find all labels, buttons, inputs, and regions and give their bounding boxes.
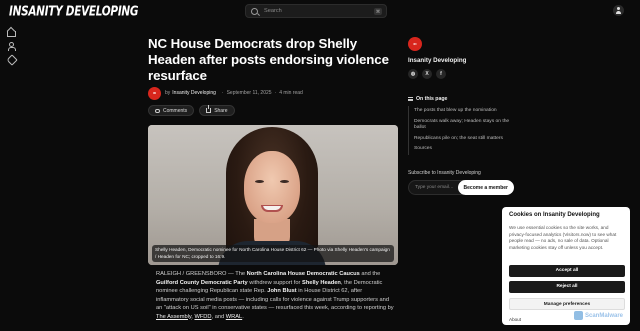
- hero-image: [148, 125, 398, 265]
- search-input[interactable]: Search: [264, 8, 374, 14]
- body-text-run: withdrew support for: [247, 279, 303, 286]
- social-links: ◍ X f: [408, 69, 446, 79]
- home-icon[interactable]: [7, 28, 16, 37]
- share-button[interactable]: Share: [199, 105, 235, 116]
- about-link[interactable]: About: [509, 317, 521, 322]
- body-text-run: RALEIGH / GREENSBORO — The: [156, 271, 247, 277]
- scanmalware-logo-icon: [574, 311, 583, 320]
- byline-prefix: by: [165, 90, 171, 96]
- reject-all-button[interactable]: Reject all: [509, 281, 625, 293]
- become-member-button[interactable]: Become a member: [457, 180, 514, 195]
- x-icon[interactable]: X: [422, 69, 432, 79]
- body-emphasis: North Carolina House Democratic Caucus: [246, 271, 360, 277]
- article-meta: ID by Insanity Developing · September 11…: [148, 86, 303, 100]
- toc-item[interactable]: Republicans pile on; the seat still matt…: [409, 134, 518, 145]
- toc-heading-label: On this page: [416, 96, 448, 102]
- author-link[interactable]: Insanity Developing: [172, 90, 216, 96]
- share-label: Share: [214, 107, 228, 114]
- body-text-run: , and: [211, 313, 226, 320]
- toc-item[interactable]: Democrats walk away; Headen stays on the…: [409, 117, 518, 134]
- search-icon: [251, 7, 258, 15]
- comment-icon: [155, 108, 160, 113]
- meta-separator: ·: [221, 90, 224, 96]
- publication-name[interactable]: Insanity Developing: [408, 57, 466, 64]
- email-input[interactable]: Type your email…: [408, 180, 464, 195]
- source-link[interactable]: The Assembly: [156, 314, 191, 320]
- cookie-text: We use essential cookies so the site wor…: [509, 225, 617, 251]
- site-logo[interactable]: INSANITY DEVELOPING: [9, 4, 139, 19]
- body-text-run: .: [242, 313, 244, 320]
- share-icon: [206, 105, 212, 113]
- toc-item[interactable]: Sources: [409, 144, 518, 155]
- accept-all-button[interactable]: Accept all: [509, 265, 625, 277]
- subscribe-form: Type your email… Become a member: [408, 180, 514, 195]
- image-caption: Shelly Headen, Democratic nominee for No…: [152, 245, 394, 262]
- list-icon: [408, 97, 413, 101]
- watermark: ScanMalware: [574, 311, 623, 320]
- left-navigation: [0, 22, 22, 331]
- website-icon[interactable]: ◍: [408, 69, 418, 79]
- top-bar: INSANITY DEVELOPING Search ⌘: [0, 0, 640, 22]
- user-icon[interactable]: [7, 42, 16, 51]
- cookie-banner: Cookies on Insanity Developing We use es…: [502, 207, 630, 325]
- article-body: RALEIGH / GREENSBORO — The North Carolin…: [156, 270, 396, 321]
- toc-item[interactable]: The posts that blew up the nomination: [409, 106, 518, 117]
- table-of-contents: The posts that blew up the nomination De…: [408, 106, 518, 155]
- watermark-text: ScanMalware: [585, 312, 624, 319]
- author-avatar[interactable]: ID: [148, 86, 161, 100]
- subscribe-label: Subscribe to Insanity Developing: [408, 170, 481, 176]
- toc-heading: On this page: [408, 96, 447, 102]
- comments-button[interactable]: Comments: [148, 105, 195, 116]
- article-actions: Comments Share: [148, 105, 235, 116]
- body-emphasis: Shelly Headen: [302, 279, 341, 286]
- source-link[interactable]: WRAL: [226, 314, 242, 320]
- body-text-run: and the: [359, 271, 381, 277]
- tag-icon[interactable]: [7, 55, 15, 63]
- body-emphasis: John Blust: [267, 288, 297, 294]
- article-title: NC House Democrats drop Shelly Headen af…: [148, 36, 389, 83]
- cookie-title: Cookies on Insanity Developing: [509, 212, 600, 218]
- read-time: 4 min read: [279, 90, 303, 96]
- body-emphasis: Guilford County Democratic Party: [156, 279, 248, 286]
- comments-label: Comments: [163, 107, 188, 114]
- meta-separator: ·: [274, 90, 277, 96]
- publication-logo[interactable]: ID: [408, 37, 422, 51]
- publish-date: September 11, 2025: [226, 90, 272, 96]
- search-bar[interactable]: Search ⌘: [245, 4, 387, 18]
- facebook-icon[interactable]: f: [436, 69, 446, 79]
- search-shortcut-badge: ⌘: [374, 7, 382, 15]
- manage-preferences-button[interactable]: Manage preferences: [509, 298, 625, 310]
- source-link[interactable]: WFDD: [194, 314, 211, 320]
- account-button[interactable]: [613, 5, 624, 16]
